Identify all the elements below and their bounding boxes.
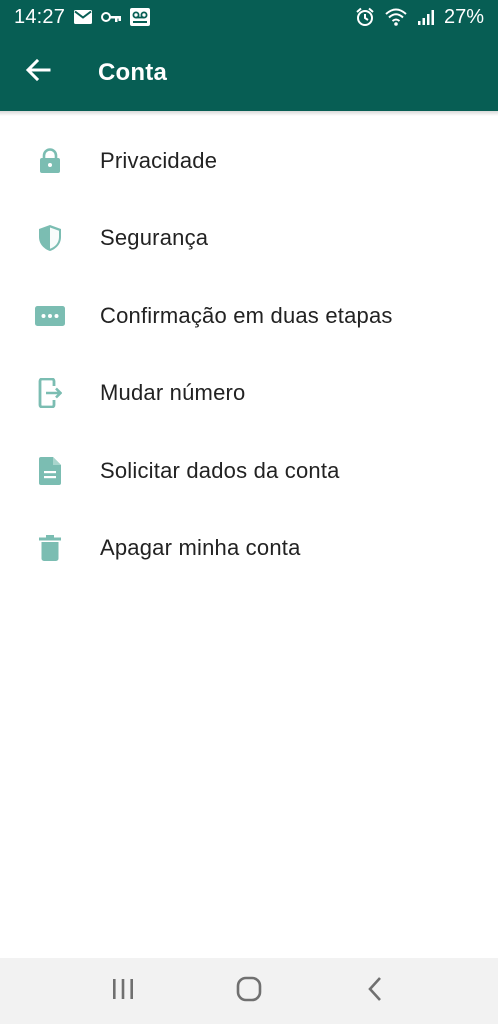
home-icon <box>236 976 262 1007</box>
menu-item-label: Apagar minha conta <box>100 535 301 561</box>
back-button[interactable] <box>0 34 78 111</box>
menu-item-label: Segurança <box>100 225 209 251</box>
trash-icon <box>0 510 100 587</box>
menu-item-request-data[interactable]: Solicitar dados da conta <box>0 432 498 510</box>
back-icon <box>367 976 383 1007</box>
app-bar-shadow <box>0 111 498 116</box>
lock-icon <box>0 122 100 199</box>
document-icon <box>0 432 100 509</box>
menu-item-label: Privacidade <box>100 147 218 173</box>
system-nav-bar <box>0 958 498 1024</box>
nav-back-button[interactable] <box>330 958 420 1024</box>
home-button[interactable] <box>204 958 294 1024</box>
status-time: 14:27 <box>14 5 66 28</box>
phone-change-icon <box>0 355 100 432</box>
menu-list: Privacidade Segurança Confirmação em dua… <box>0 122 498 587</box>
shield-icon <box>0 200 100 277</box>
menu-item-label: Solicitar dados da conta <box>100 457 340 483</box>
menu-item-label: Mudar número <box>100 380 246 406</box>
recents-button[interactable] <box>78 958 168 1024</box>
signal-icon <box>417 8 435 26</box>
arrow-left-icon <box>25 58 51 87</box>
page-title: Conta <box>98 58 167 86</box>
voicemail-icon <box>130 8 151 26</box>
account-settings-screen: 14:27 27% Conta Privacidade Segurança Co… <box>0 0 498 1024</box>
status-bar: 14:27 27% <box>0 0 498 34</box>
recents-icon <box>111 978 135 1005</box>
key-icon <box>101 11 122 23</box>
menu-item-privacy[interactable]: Privacidade <box>0 122 498 200</box>
alarm-icon <box>355 7 375 27</box>
dots-box-icon <box>0 277 100 354</box>
menu-item-change-number[interactable]: Mudar número <box>0 355 498 433</box>
wifi-icon <box>384 7 408 27</box>
app-bar: Conta <box>0 34 498 111</box>
menu-item-label: Confirmação em duas etapas <box>100 302 393 328</box>
menu-item-delete-account[interactable]: Apagar minha conta <box>0 510 498 588</box>
battery-level: 27% <box>443 5 484 28</box>
menu-item-security[interactable]: Segurança <box>0 200 498 278</box>
status-right: 27% <box>355 6 484 29</box>
status-left: 14:27 <box>14 5 151 29</box>
menu-item-two-step[interactable]: Confirmação em duas etapas <box>0 277 498 355</box>
mail-icon <box>74 10 93 24</box>
